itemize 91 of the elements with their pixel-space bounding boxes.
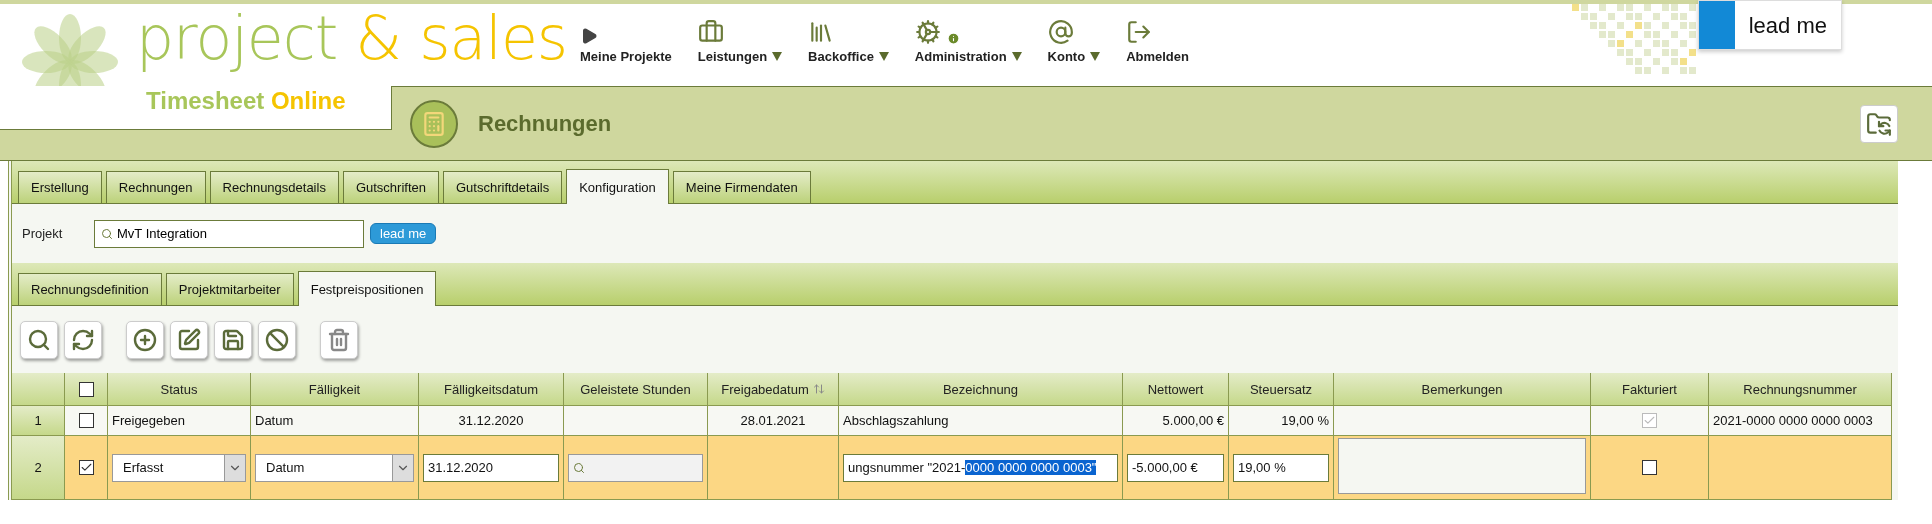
table-cell: 28.01.2021 bbox=[708, 406, 839, 436]
search-icon bbox=[573, 461, 585, 474]
cancel-button[interactable] bbox=[258, 320, 296, 359]
play-icon bbox=[580, 27, 598, 45]
add-icon bbox=[133, 327, 157, 352]
nav-label: Leistungen bbox=[697, 49, 768, 64]
refresh-icon bbox=[71, 327, 95, 352]
table-cell: Abschlagszahlung bbox=[839, 406, 1123, 436]
column-header: Freigabedatum bbox=[708, 373, 839, 406]
delete-button[interactable] bbox=[320, 320, 358, 359]
field-label: Projekt bbox=[22, 226, 64, 241]
edit-button[interactable] bbox=[170, 320, 208, 359]
checkbox[interactable] bbox=[78, 381, 94, 397]
table-cell: Datum bbox=[251, 406, 419, 436]
save-icon bbox=[221, 327, 245, 352]
tab[interactable]: Rechnungsdetails bbox=[209, 171, 339, 203]
tab[interactable]: Rechnungen bbox=[105, 171, 206, 203]
logout-icon bbox=[1126, 19, 1153, 45]
folder-refresh-button[interactable] bbox=[1860, 104, 1898, 143]
nav-label: Backoffice bbox=[808, 49, 874, 64]
column-header: Fakturiert bbox=[1591, 373, 1709, 406]
tab[interactable]: Rechnungsdefinition bbox=[18, 273, 162, 305]
column-header: Bezeichnung bbox=[839, 373, 1123, 406]
dropdown-field[interactable]: Datum bbox=[255, 453, 414, 482]
tab[interactable]: Gutschriftdetails bbox=[443, 171, 563, 203]
search-icon bbox=[27, 327, 51, 352]
comment-field[interactable] bbox=[1338, 438, 1586, 494]
save-button[interactable] bbox=[214, 320, 252, 359]
lead-me-button[interactable]: lead me bbox=[1697, 0, 1842, 50]
tab[interactable]: Meine Firmendaten bbox=[672, 171, 811, 203]
nav-menu-item[interactable]: Leistungen bbox=[697, 15, 783, 64]
tab[interactable]: Erstellung bbox=[18, 171, 102, 203]
search-icon bbox=[101, 227, 113, 240]
column-header: Fälligkeit bbox=[251, 373, 419, 406]
nav-menu-item[interactable]: Abmelden bbox=[1126, 15, 1189, 64]
nav-menu-item[interactable]: Konto bbox=[1047, 15, 1101, 64]
field-value: MvT Integration bbox=[117, 226, 208, 241]
table-cell: 5.000,00 € bbox=[1123, 406, 1229, 436]
trash-icon bbox=[327, 327, 351, 352]
column-header: Steuersatz bbox=[1229, 373, 1334, 406]
settings-icon bbox=[914, 19, 941, 45]
table-cell: Freigegeben bbox=[108, 406, 251, 436]
nav-menu-item[interactable]: Administration bbox=[914, 15, 1022, 64]
column-header: Fälligkeitsdatum bbox=[419, 373, 564, 406]
edit-icon bbox=[177, 327, 201, 352]
checkbox[interactable] bbox=[1642, 460, 1657, 475]
tab[interactable]: Gutschriften bbox=[342, 171, 439, 203]
column-header: Nettowert bbox=[1123, 373, 1229, 406]
column-header: Status bbox=[108, 373, 251, 406]
input-field[interactable]: 31.12.2020 bbox=[423, 453, 559, 482]
cancel-icon bbox=[265, 327, 289, 352]
project-search-field[interactable]: MvT Integration bbox=[94, 219, 364, 248]
caret-icon bbox=[1011, 52, 1022, 61]
refresh-button[interactable] bbox=[64, 320, 102, 359]
add-button[interactable] bbox=[126, 320, 164, 359]
table-cell: 31.12.2020 bbox=[419, 406, 564, 436]
folder-refresh-icon bbox=[1866, 110, 1892, 137]
input-field[interactable]: 19,00 % bbox=[1233, 453, 1329, 482]
nav-label: Konto bbox=[1047, 49, 1086, 64]
column-header: Geleistete Stunden bbox=[564, 373, 708, 406]
tab[interactable]: Konfiguration bbox=[566, 169, 669, 204]
checkbox[interactable] bbox=[78, 460, 94, 475]
section-title: Rechnungen bbox=[478, 110, 613, 137]
search-button[interactable] bbox=[20, 320, 58, 359]
app-logo-subtitle: Timesheet Online bbox=[0, 86, 392, 130]
caret-icon bbox=[772, 52, 783, 61]
caret-icon bbox=[1090, 52, 1101, 61]
table-cell: 2021-0000 0000 0000 0003 bbox=[1709, 406, 1892, 436]
row-number: 2 bbox=[12, 436, 65, 500]
row-number: 1 bbox=[12, 406, 65, 436]
tab[interactable]: Projektmitarbeiter bbox=[165, 273, 294, 305]
nav-label: Meine Projekte bbox=[580, 49, 672, 64]
tab[interactable]: Festpreispositionen bbox=[297, 271, 437, 306]
app-logo-title: project & sales bbox=[136, 6, 568, 70]
sort-icon bbox=[812, 383, 825, 395]
nav-label: Administration bbox=[914, 49, 1007, 64]
column-header: Rechnungsnummer bbox=[1709, 373, 1892, 406]
caret-icon bbox=[878, 52, 889, 61]
nav-menu-item[interactable]: Backoffice bbox=[808, 15, 889, 64]
checkbox[interactable] bbox=[78, 413, 94, 428]
at-icon bbox=[1047, 19, 1074, 45]
input-field[interactable]: -5.000,00 € bbox=[1127, 453, 1224, 482]
lookup-field[interactable] bbox=[568, 453, 703, 482]
nav-menu-item[interactable]: Meine Projekte bbox=[580, 15, 672, 64]
briefcase-icon bbox=[697, 19, 724, 45]
dropdown-field[interactable]: Erfasst bbox=[112, 453, 246, 482]
column-header: Bemerkungen bbox=[1334, 373, 1591, 406]
calculator-icon bbox=[410, 99, 458, 148]
table-cell: 19,00 % bbox=[1229, 406, 1334, 436]
nav-label: Abmelden bbox=[1126, 49, 1189, 64]
info-icon bbox=[946, 32, 960, 45]
